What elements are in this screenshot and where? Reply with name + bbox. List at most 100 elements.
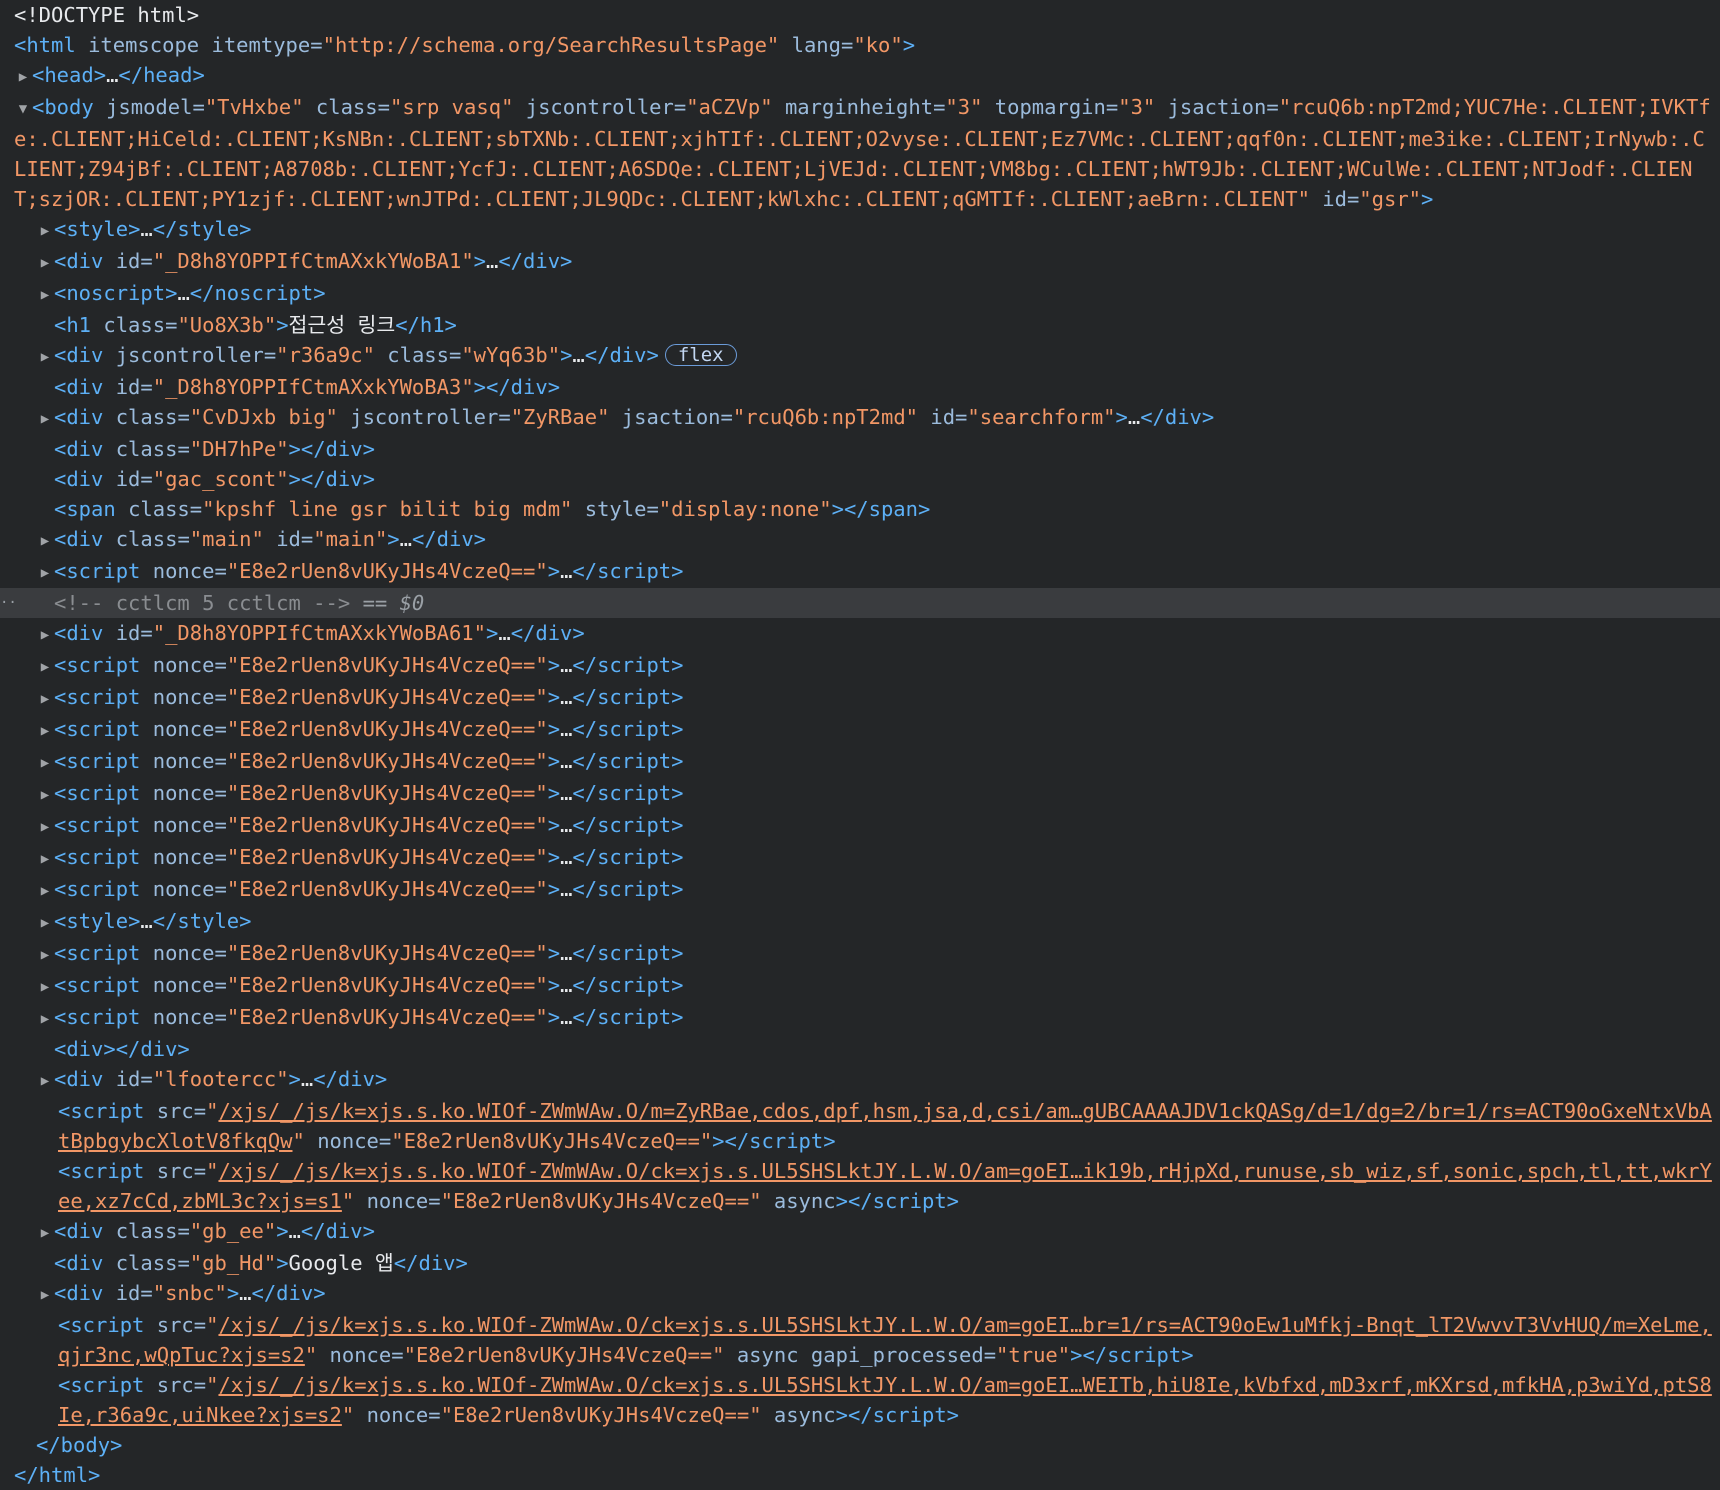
attribute-value[interactable]: display:none (671, 497, 819, 521)
flex-badge[interactable]: flex (664, 344, 737, 366)
attribute-value[interactable]: CvDJxb big (202, 405, 325, 429)
style-node[interactable]: ▶ <style>…</style> (0, 214, 1720, 246)
attribute-value[interactable]: r36a9c (289, 343, 363, 367)
attribute-value[interactable]: 3 (958, 95, 970, 119)
attribute-value[interactable]: E8e2rUen8vUKyJHs4VczeQ== (239, 717, 535, 741)
collapsed-ellipsis[interactable]: … (106, 63, 118, 87)
attribute-value[interactable]: _D8h8YOPPIfCtmAXxkYWoBA3 (165, 375, 461, 399)
collapsed-ellipsis[interactable]: … (560, 941, 572, 965)
triangle-right-icon[interactable]: ▶ (36, 1004, 54, 1034)
triangle-right-icon[interactable]: ▶ (36, 342, 54, 372)
attribute-name[interactable]: class (128, 497, 190, 521)
script-node[interactable]: ▶ <script nonce="E8e2rUen8vUKyJHs4VczeQ==… (0, 714, 1720, 746)
triangle-right-icon[interactable]: ▶ (36, 216, 54, 246)
style-node[interactable]: ▶ <style>…</style> (0, 906, 1720, 938)
html-open-node[interactable]: <html itemscope itemtype="http://schema.… (0, 30, 1720, 60)
triangle-right-icon[interactable]: ▶ (36, 1280, 54, 1310)
attribute-value[interactable]: E8e2rUen8vUKyJHs4VczeQ== (453, 1189, 749, 1213)
body-open-node[interactable]: ▼ <body jsmodel="TvHxbe" class="srp vasq"… (0, 92, 1720, 214)
attribute-value[interactable]: kpshf line gsr bilit big mdm (214, 497, 560, 521)
script-node[interactable]: ▶ <script nonce="E8e2rUen8vUKyJHs4VczeQ==… (0, 778, 1720, 810)
attribute-name[interactable]: class (116, 405, 178, 429)
script-node[interactable]: ▶ <script nonce="E8e2rUen8vUKyJHs4VczeQ==… (0, 746, 1720, 778)
triangle-right-icon[interactable]: ▶ (36, 1218, 54, 1248)
attribute-value[interactable]: E8e2rUen8vUKyJHs4VczeQ== (239, 941, 535, 965)
div-node[interactable]: <div class="gb_Hd">Google 앱</div> (0, 1248, 1720, 1278)
triangle-right-icon[interactable]: ▶ (36, 716, 54, 746)
attribute-name[interactable]: id (116, 467, 141, 491)
div-node[interactable]: <div class="DH7hPe"></div> (0, 434, 1720, 464)
attribute-value[interactable]: Uo8X3b (190, 313, 264, 337)
attribute-value[interactable]: E8e2rUen8vUKyJHs4VczeQ== (239, 559, 535, 583)
triangle-right-icon[interactable]: ▶ (36, 940, 54, 970)
attribute-value[interactable]: gb_ee (202, 1219, 264, 1243)
attribute-name[interactable]: nonce (153, 941, 215, 965)
attribute-name[interactable]: nonce (153, 749, 215, 773)
triangle-right-icon[interactable]: ▶ (36, 404, 54, 434)
span-node[interactable]: <span class="kpshf line gsr bilit big md… (0, 494, 1720, 524)
div-node[interactable]: ▶ <div id="snbc">…</div> (0, 1278, 1720, 1310)
comment-node-selected[interactable]: ·· <!-- cctlcm 5 cctlcm --> == $0 (0, 588, 1720, 618)
collapsed-ellipsis[interactable]: … (301, 1067, 313, 1091)
collapsed-ellipsis[interactable]: … (560, 813, 572, 837)
collapsed-ellipsis[interactable]: … (560, 559, 572, 583)
triangle-right-icon[interactable]: ▶ (36, 812, 54, 842)
doctype-node[interactable]: <!DOCTYPE html> (0, 0, 1720, 30)
collapsed-ellipsis[interactable]: … (560, 717, 572, 741)
attribute-value[interactable]: gac_scont (165, 467, 276, 491)
div-node[interactable]: ▶ <div jscontroller="r36a9c" class="wYq63… (0, 340, 1720, 372)
script-node[interactable]: <script src="/xjs/_/js/k=xjs.s.ko.WIOf-Z… (0, 1310, 1720, 1370)
attribute-value[interactable]: E8e2rUen8vUKyJHs4VczeQ== (239, 877, 535, 901)
attribute-value[interactable]: true (1008, 1343, 1057, 1367)
attribute-name[interactable]: nonce (153, 973, 215, 997)
attribute-name[interactable]: jscontroller (350, 405, 498, 429)
attribute-value[interactable]: E8e2rUen8vUKyJHs4VczeQ== (239, 653, 535, 677)
attribute-name[interactable]: jscontroller (526, 95, 674, 119)
attribute-value[interactable]: 3 (1131, 95, 1143, 119)
attribute-value[interactable]: E8e2rUen8vUKyJHs4VczeQ== (453, 1403, 749, 1427)
attribute-name[interactable]: class (103, 313, 165, 337)
attribute-name[interactable]: class (116, 1219, 178, 1243)
script-node[interactable]: ▶ <script nonce="E8e2rUen8vUKyJHs4VczeQ==… (0, 556, 1720, 588)
attribute-name[interactable]: id (276, 527, 301, 551)
triangle-right-icon[interactable]: ▶ (36, 684, 54, 714)
script-node[interactable]: <script src="/xjs/_/js/k=xjs.s.ko.WIOf-Z… (0, 1096, 1720, 1156)
script-node[interactable]: ▶ <script nonce="E8e2rUen8vUKyJHs4VczeQ==… (0, 938, 1720, 970)
attribute-value[interactable]: snbc (165, 1281, 214, 1305)
triangle-right-icon[interactable]: ▶ (14, 62, 32, 92)
div-node[interactable]: <div></div> (0, 1034, 1720, 1064)
attribute-name[interactable]: class (116, 1251, 178, 1275)
triangle-right-icon[interactable]: ▶ (36, 526, 54, 556)
collapsed-ellipsis[interactable]: … (289, 1219, 301, 1243)
triangle-right-icon[interactable]: ▶ (36, 748, 54, 778)
collapsed-ellipsis[interactable]: … (560, 685, 572, 709)
attribute-value[interactable]: gsr (1372, 187, 1409, 211)
attribute-name[interactable]: nonce (153, 813, 215, 837)
attribute-name[interactable]: jscontroller (116, 343, 264, 367)
attribute-name[interactable]: nonce (153, 685, 215, 709)
attribute-value[interactable]: E8e2rUen8vUKyJHs4VczeQ== (239, 685, 535, 709)
collapsed-ellipsis[interactable]: … (560, 973, 572, 997)
attribute-value[interactable]: srp vasq (402, 95, 501, 119)
attribute-value[interactable]: gb_Hd (202, 1251, 264, 1275)
collapsed-ellipsis[interactable]: … (1128, 405, 1140, 429)
triangle-down-icon[interactable]: ▼ (14, 94, 32, 124)
script-node[interactable]: <script src="/xjs/_/js/k=xjs.s.ko.WIOf-Z… (0, 1156, 1720, 1216)
head-node[interactable]: ▶ <head>…</head> (0, 60, 1720, 92)
attribute-value[interactable]: _D8h8YOPPIfCtmAXxkYWoBA1 (165, 249, 461, 273)
triangle-right-icon[interactable]: ▶ (36, 280, 54, 310)
triangle-right-icon[interactable]: ▶ (36, 780, 54, 810)
attribute-name[interactable]: itemtype (212, 33, 311, 57)
collapsed-ellipsis[interactable]: … (560, 1005, 572, 1029)
collapsed-ellipsis[interactable]: … (140, 217, 152, 241)
triangle-right-icon[interactable]: ▶ (36, 620, 54, 650)
div-node[interactable]: ▶ <div id="_D8h8YOPPIfCtmAXxkYWoBA1">…</d… (0, 246, 1720, 278)
attribute-name[interactable]: gapi_processed (811, 1343, 984, 1367)
attribute-value[interactable]: TvHxbe (217, 95, 291, 119)
attribute-name[interactable]: itemscope (88, 33, 199, 57)
script-node[interactable]: ▶ <script nonce="E8e2rUen8vUKyJHs4VczeQ==… (0, 1002, 1720, 1034)
collapsed-ellipsis[interactable]: … (572, 343, 584, 367)
attribute-name[interactable]: nonce (367, 1189, 429, 1213)
attribute-name[interactable]: class (387, 343, 449, 367)
attribute-value[interactable]: rcuQ6b:npT2md (745, 405, 905, 429)
